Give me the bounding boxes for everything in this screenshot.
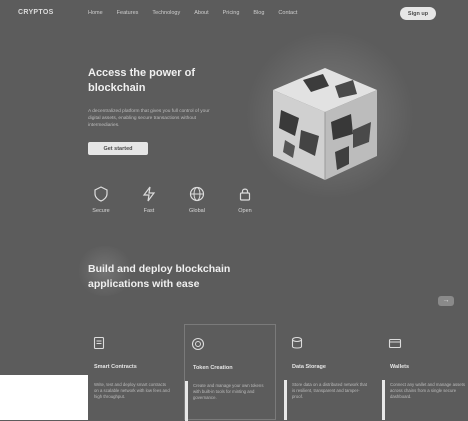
feature-item: Open <box>232 186 258 214</box>
card-text: Create and manage your own tokens with b… <box>193 383 264 400</box>
hero-title: Access the power of blockchain <box>88 67 195 94</box>
nav-link-contact[interactable]: Contact <box>278 10 297 16</box>
wallet-icon <box>388 338 402 349</box>
signup-button[interactable]: Sign up <box>400 7 436 20</box>
coin-icon <box>191 337 205 351</box>
arrow-right-icon: → <box>442 297 450 304</box>
section-title: Build and deploy blockchain applications… <box>88 263 231 290</box>
globe-icon <box>189 186 205 202</box>
card-row: Smart Contracts Write, test and deploy s… <box>86 324 468 421</box>
card-accent-bar <box>284 380 287 420</box>
card-accent-bar <box>382 380 385 420</box>
card-accent-bar <box>185 381 188 421</box>
logo[interactable]: CRYPTOS <box>18 9 54 16</box>
next-arrow-button[interactable]: → <box>438 296 454 306</box>
white-overlay-panel <box>0 375 88 420</box>
feature-label: Global <box>189 208 205 214</box>
nav-link-blog[interactable]: Blog <box>253 10 264 16</box>
feature-list: Secure Fast Global Open <box>88 186 258 214</box>
blockchain-cube-illustration <box>273 68 377 180</box>
card-wallets[interactable]: Wallets Connect any wallet and manage as… <box>382 324 468 420</box>
card-title: Token Creation <box>193 365 233 371</box>
shield-icon <box>94 186 108 202</box>
top-nav: CRYPTOS Home Features Technology About P… <box>0 0 468 28</box>
card-token-creation[interactable]: Token Creation Create and manage your ow… <box>184 324 276 421</box>
feature-item: Global <box>184 186 210 214</box>
card-text: Store data on a distributed network that… <box>292 382 368 399</box>
feature-label: Open <box>238 208 252 214</box>
feature-item: Secure <box>88 186 114 214</box>
database-icon <box>291 336 303 349</box>
nav-link-pricing[interactable]: Pricing <box>223 10 240 16</box>
nav-link-about[interactable]: About <box>194 10 208 16</box>
bolt-icon <box>142 186 156 202</box>
card-title: Data Storage <box>292 364 326 370</box>
document-icon <box>93 336 105 350</box>
card-title: Smart Contracts <box>94 364 137 370</box>
feature-label: Fast <box>143 208 155 214</box>
nav-link-features[interactable]: Features <box>117 10 139 16</box>
nav-link-technology[interactable]: Technology <box>152 10 180 16</box>
card-text: Write, test and deploy smart contracts o… <box>94 382 170 399</box>
card-data-storage[interactable]: Data Storage Store data on a distributed… <box>284 324 376 420</box>
feature-label: Secure <box>92 208 110 214</box>
lock-icon <box>239 188 251 201</box>
nav-links: Home Features Technology About Pricing B… <box>88 10 297 16</box>
card-smart-contracts[interactable]: Smart Contracts Write, test and deploy s… <box>86 324 178 420</box>
nav-link-home[interactable]: Home <box>88 10 103 16</box>
feature-item: Fast <box>136 186 162 214</box>
get-started-button[interactable]: Get started <box>88 142 148 155</box>
hero-description: A decentralized platform that gives you … <box>88 109 210 128</box>
card-title: Wallets <box>390 364 410 370</box>
card-text: Connect any wallet and manage assets acr… <box>390 382 466 399</box>
